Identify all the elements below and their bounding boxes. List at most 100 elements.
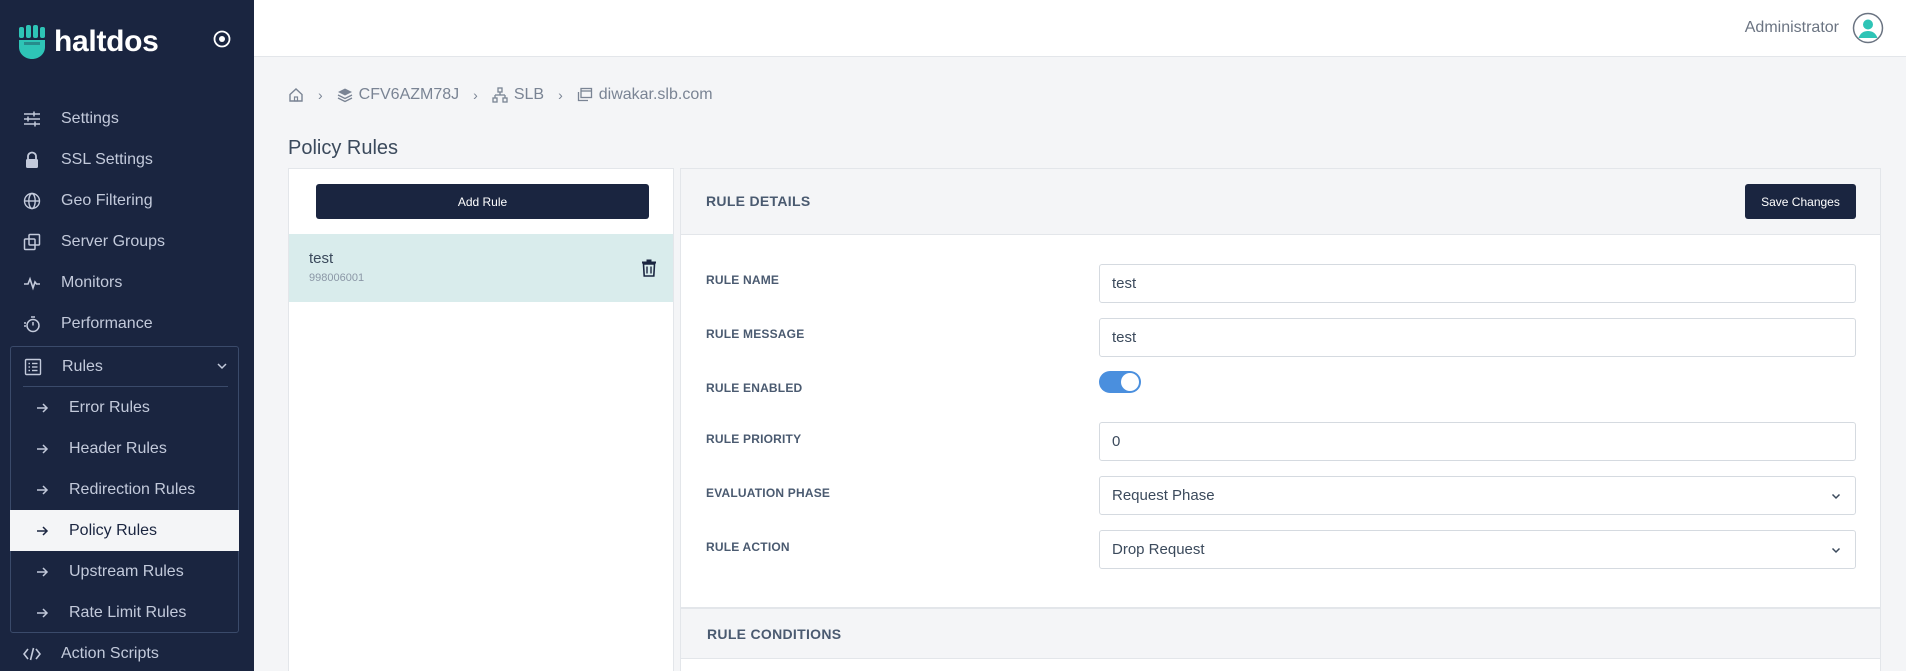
rule-item-name: test [309, 250, 334, 267]
rule-enabled-toggle[interactable] [1099, 371, 1141, 393]
sidebar-rules-group: Rules Error Rules Header Rules Redirecti… [10, 346, 239, 633]
haltdos-logo-icon [19, 25, 45, 59]
sidebar-item-policy-rules[interactable]: Policy Rules [10, 510, 239, 551]
lock-icon [22, 150, 42, 170]
sidebar-item-label: SSL Settings [61, 150, 153, 168]
breadcrumb: › CFV6AZM78J › SLB › diwakar.slb.com [288, 86, 713, 104]
rule-action-value: Drop Request [1112, 541, 1205, 558]
sidebar-item-performance[interactable]: Performance [0, 303, 254, 344]
breadcrumb-label: CFV6AZM78J [358, 86, 460, 103]
sidebar-item-redirection-rules[interactable]: Redirection Rules [11, 469, 238, 510]
code-icon [22, 644, 42, 664]
sidebar-nav: Settings SSL Settings Geo Filtering Serv… [0, 98, 254, 344]
sidebar-item-error-rules[interactable]: Error Rules [11, 387, 238, 428]
sliders-icon [22, 109, 42, 129]
rule-enabled-label: RULE ENABLED [706, 381, 803, 395]
toggle-knob [1121, 373, 1139, 391]
sidebar-item-geo-filtering[interactable]: Geo Filtering [0, 180, 254, 221]
layers-icon [337, 88, 352, 103]
trash-icon[interactable] [641, 259, 657, 277]
sidebar-nav-bottom: Action Scripts [0, 633, 254, 671]
list-icon [23, 357, 43, 377]
arrow-right-icon [37, 525, 49, 536]
rule-details-panel: RULE DETAILS Save Changes RULE NAME RULE… [680, 168, 1881, 608]
rule-details-title: RULE DETAILS [706, 193, 811, 209]
sidebar-toggle-icon[interactable] [212, 29, 232, 49]
sidebar-item-rate-limit-rules[interactable]: Rate Limit Rules [11, 592, 238, 633]
sidebar-item-ssl-settings[interactable]: SSL Settings [0, 139, 254, 180]
rule-conditions-panel: RULE CONDITIONS [680, 608, 1881, 671]
globe-icon [22, 191, 42, 211]
sidebar-item-upstream-rules[interactable]: Upstream Rules [11, 551, 238, 592]
pulse-icon [22, 273, 42, 293]
sidebar-item-label: Redirection Rules [69, 480, 196, 498]
sidebar-item-label: Geo Filtering [61, 191, 153, 209]
breadcrumb-label: diwakar.slb.com [598, 86, 713, 103]
sidebar-item-server-groups[interactable]: Server Groups [0, 221, 254, 262]
sidebar-item-label: Rules [62, 357, 103, 375]
home-icon [289, 88, 303, 102]
breadcrumb-item[interactable]: diwakar.slb.com [577, 86, 713, 104]
breadcrumb-home[interactable] [288, 87, 304, 103]
sidebar-item-label: Rate Limit Rules [69, 603, 187, 621]
save-changes-button[interactable]: Save Changes [1745, 184, 1856, 219]
breadcrumb-label: SLB [513, 86, 545, 103]
rule-action-select[interactable]: Drop Request [1099, 530, 1856, 569]
sidebar-item-rules[interactable]: Rules [11, 347, 238, 386]
rule-name-input[interactable] [1099, 264, 1856, 303]
arrow-right-icon [37, 443, 49, 454]
sidebar: haltdos Settings SSL Settings Geo Filter… [0, 0, 254, 671]
chevron-down-icon [1831, 493, 1841, 500]
breadcrumb-item[interactable]: CFV6AZM78J [337, 86, 459, 104]
stopwatch-icon [22, 314, 42, 334]
rule-name-label: RULE NAME [706, 273, 780, 287]
sidebar-item-settings[interactable]: Settings [0, 98, 254, 139]
window-icon [577, 87, 592, 102]
chevron-down-icon[interactable] [216, 360, 228, 372]
rule-action-label: RULE ACTION [706, 540, 790, 554]
arrow-right-icon [37, 566, 49, 577]
sidebar-item-label: Upstream Rules [69, 562, 184, 580]
breadcrumb-item[interactable]: SLB [492, 86, 544, 104]
sidebar-item-label: Settings [61, 109, 119, 127]
rule-conditions-title: RULE CONDITIONS [707, 626, 842, 642]
page-title: Policy Rules [288, 137, 399, 159]
sidebar-item-label: Action Scripts [61, 644, 159, 662]
brand-name: haltdos [54, 25, 159, 58]
rule-conditions-body [681, 658, 1880, 671]
evaluation-phase-label: EVALUATION PHASE [706, 486, 831, 500]
rule-message-input[interactable] [1099, 318, 1856, 357]
breadcrumb-separator: › [558, 87, 563, 103]
evaluation-phase-select[interactable]: Request Phase [1099, 476, 1856, 515]
rule-list-panel: Add Rule test 998006001 [288, 168, 674, 671]
sidebar-item-label: Performance [61, 314, 153, 332]
list-item[interactable]: test 998006001 [289, 234, 673, 302]
sidebar-item-label: Server Groups [61, 232, 166, 250]
sidebar-item-header-rules[interactable]: Header Rules [11, 428, 238, 469]
chevron-down-icon [1831, 547, 1841, 554]
sidebar-item-action-scripts[interactable]: Action Scripts [0, 633, 254, 671]
sidebar-item-monitors[interactable]: Monitors [0, 262, 254, 303]
rule-priority-label: RULE PRIORITY [706, 432, 802, 446]
add-rule-button[interactable]: Add Rule [316, 184, 649, 219]
sidebar-item-label: Policy Rules [69, 521, 158, 539]
rule-item-id: 998006001 [309, 272, 365, 284]
sidebar-item-label: Header Rules [69, 439, 167, 457]
sidebar-item-label: Error Rules [69, 398, 150, 416]
top-header: Administrator [254, 0, 1906, 57]
rule-message-label: RULE MESSAGE [706, 327, 805, 341]
user-menu[interactable]: Administrator [1745, 12, 1884, 44]
breadcrumb-separator: › [473, 87, 478, 103]
breadcrumb-separator: › [318, 87, 323, 103]
sitemap-icon [492, 87, 508, 103]
server-groups-icon [22, 232, 42, 252]
arrow-right-icon [37, 484, 49, 495]
arrow-right-icon [37, 607, 49, 618]
user-name: Administrator [1744, 19, 1839, 36]
rule-details-header: RULE DETAILS Save Changes [681, 169, 1880, 235]
brand[interactable]: haltdos [18, 22, 159, 62]
avatar[interactable] [1852, 12, 1884, 44]
sidebar-item-label: Monitors [61, 273, 123, 291]
evaluation-phase-value: Request Phase [1112, 487, 1215, 504]
rule-priority-input[interactable] [1099, 422, 1856, 461]
